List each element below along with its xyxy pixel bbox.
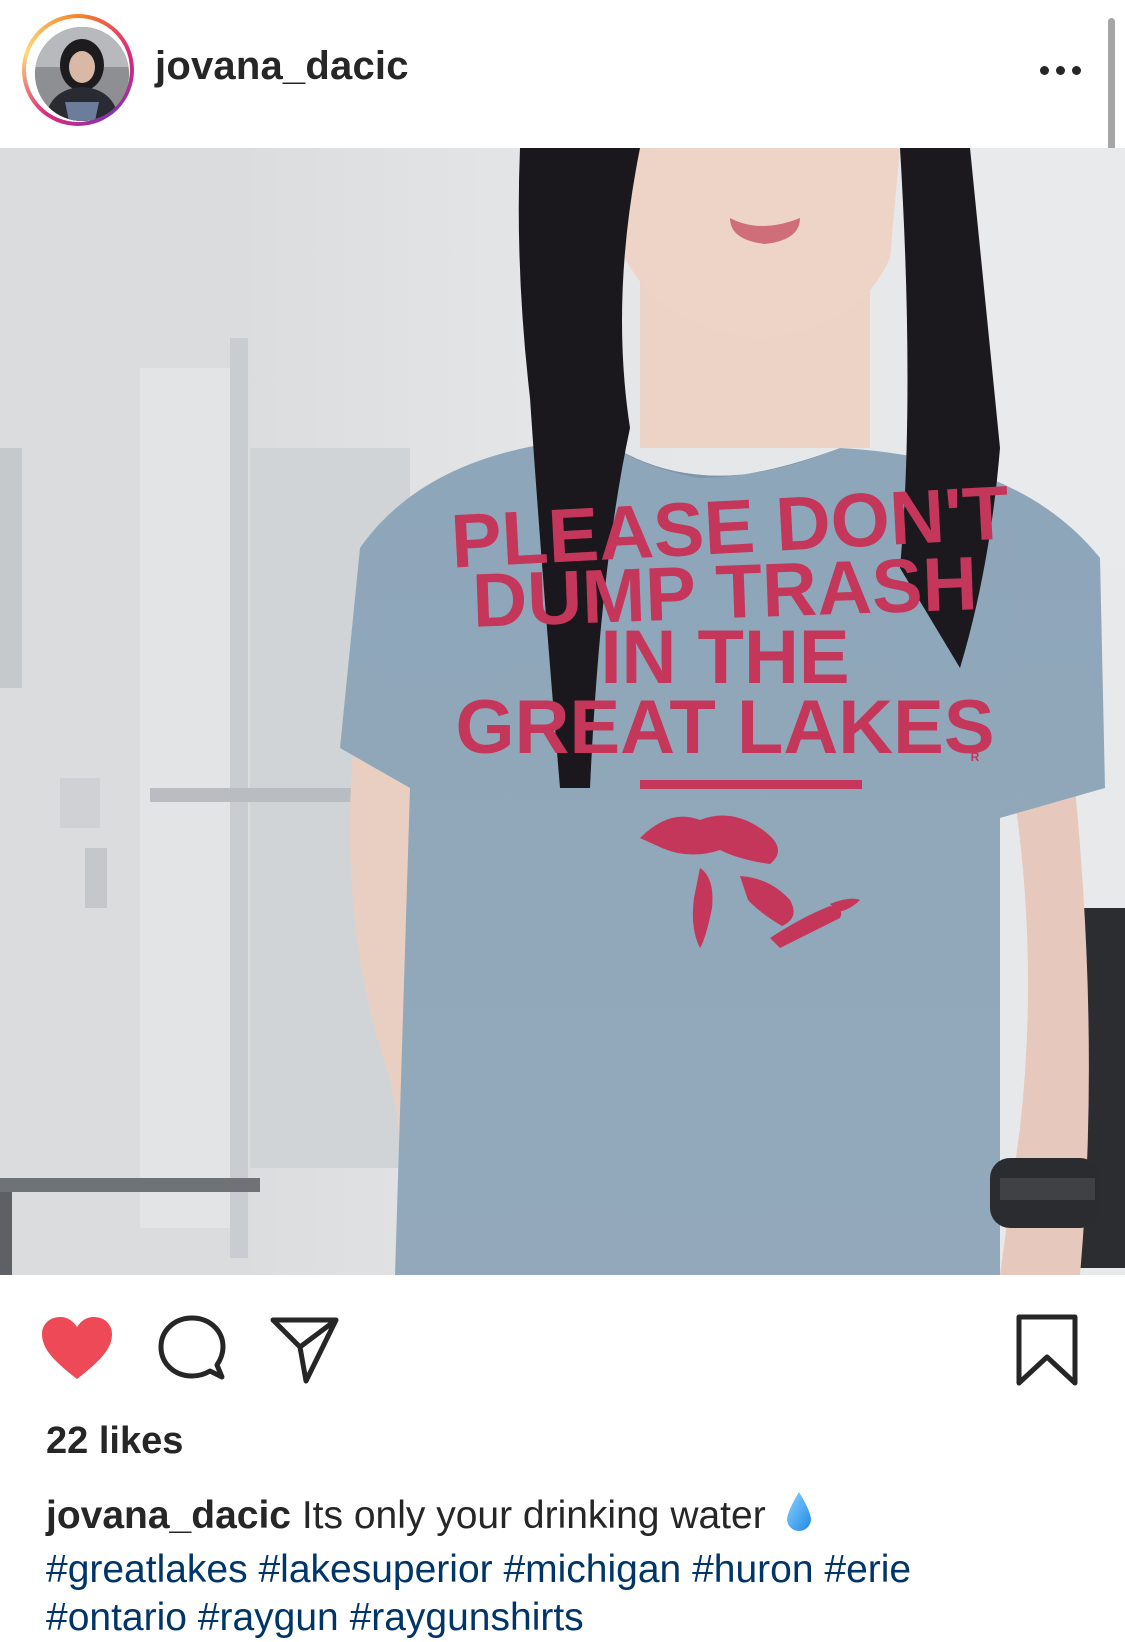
heart-icon[interactable] — [40, 1315, 114, 1381]
hashtag-raygun[interactable]: #raygun — [198, 1596, 339, 1639]
hashtag-erie[interactable]: #erie — [824, 1548, 911, 1591]
hashtag-lakesuperior[interactable]: #lakesuperior — [258, 1548, 492, 1591]
avatar-photo — [35, 27, 129, 121]
hashtag-michigan[interactable]: #michigan — [503, 1548, 681, 1591]
profile-avatar[interactable] — [22, 14, 134, 126]
hashtag-greatlakes[interactable]: #greatlakes — [46, 1548, 248, 1591]
post-image: PLEASE DON'T DUMP TRASH IN THE GREAT LAK… — [0, 148, 1125, 1275]
water-drop-icon — [784, 1490, 814, 1546]
post-header: jovana_dacic — [0, 0, 1125, 148]
bookmark-icon[interactable] — [1015, 1313, 1079, 1387]
more-options-icon[interactable] — [1030, 50, 1090, 90]
post-caption: jovana_dacic Its only your drinking wate… — [46, 1490, 1086, 1642]
hashtag-ontario[interactable]: #ontario — [46, 1596, 187, 1639]
post-username[interactable]: jovana_dacic — [155, 44, 409, 89]
hashtag-raygunshirts[interactable]: #raygunshirts — [350, 1596, 584, 1639]
post-photo[interactable]: PLEASE DON'T DUMP TRASH IN THE GREAT LAK… — [0, 148, 1125, 1275]
avatar-image — [35, 27, 129, 121]
caption-text: Its only your drinking water — [301, 1494, 766, 1537]
likes-count[interactable]: 22 likes — [46, 1420, 183, 1463]
share-icon[interactable] — [270, 1315, 340, 1385]
shirt-line-4: GREAT LAKES — [455, 685, 994, 770]
comment-icon[interactable] — [158, 1315, 226, 1383]
shirt-print: PLEASE DON'T DUMP TRASH IN THE GREAT LAK… — [449, 470, 1011, 770]
caption-username[interactable]: jovana_dacic — [46, 1494, 291, 1537]
post-actions — [0, 1275, 1125, 1395]
hashtag-huron[interactable]: #huron — [692, 1548, 813, 1591]
shirt-mark: R — [971, 750, 980, 764]
